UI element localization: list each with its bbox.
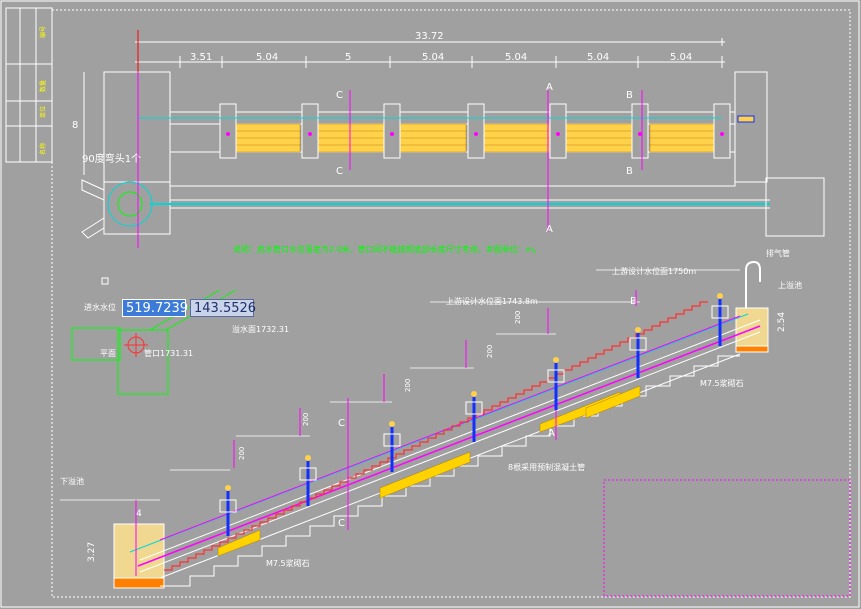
profile-lower-pool-label: 下溢池 — [60, 476, 84, 486]
plan-dim-6: 5.04 — [587, 52, 609, 63]
profile-vent-label: 排气管 — [766, 248, 790, 258]
plan-dim-1: 3.51 — [190, 52, 212, 63]
plan-total-dim: 33.72 — [415, 31, 444, 42]
cursor-x-input[interactable]: 519.7239 — [122, 299, 188, 317]
plan-dim-7: 5.04 — [670, 52, 692, 63]
title-label-1: 编号 — [39, 26, 47, 38]
plan-height-dim: 8 — [72, 120, 78, 131]
plan-dim-5: 5.04 — [505, 52, 527, 63]
profile-section-a: A — [548, 428, 555, 439]
detail-elev-1: 管口1731.31 — [144, 348, 193, 358]
profile-section-c-top: C — [338, 418, 345, 429]
plan-section-a-top: A — [546, 82, 553, 93]
plan-section-c-bottom: C — [336, 166, 343, 177]
plan-section-b-top: B — [626, 90, 633, 101]
detail-label-plane: 平面 — [100, 349, 116, 358]
plan-section-c-top: C — [336, 90, 343, 101]
plan-section-a-bottom: A — [546, 224, 553, 235]
profile-upper-pool-label: 上溢池 — [778, 280, 802, 290]
profile-dim-254: 2.54 — [777, 312, 787, 332]
plan-note: 说明：底水管口水位落差为2.0米，管口间不能按照底部长度尺寸考虑，本图单位：m。 — [233, 244, 542, 254]
title-label-2: 数量 — [39, 80, 47, 92]
title-label-3: 单位 — [39, 106, 47, 118]
plan-dim-3: 5 — [345, 52, 351, 63]
profile-dim-200-a: 200 — [238, 447, 246, 460]
profile-dim-200-d: 200 — [486, 345, 494, 358]
profile-dim-4: 4 — [136, 509, 142, 519]
profile-dim-200-e: 200 — [514, 311, 522, 324]
plan-section-b-bottom: B — [626, 166, 633, 177]
profile-mortar-right: M7.5浆砌石 — [700, 378, 744, 388]
profile-section-c-bottom: C — [338, 518, 345, 529]
profile-mid-water: 上游设计水位面1743.8m — [446, 296, 538, 306]
profile-top-water: 上游设计水位面1750m — [612, 266, 696, 276]
plan-elbow-note: 90度弯头1个 — [82, 152, 141, 165]
profile-pipe-label: 8根采用预制混凝土管 — [508, 462, 585, 472]
profile-dim-200-b: 200 — [302, 413, 310, 426]
plan-dim-2: 5.04 — [256, 52, 278, 63]
profile-mortar-left: M7.5浆砌石 — [266, 558, 310, 568]
detail-elev-2: 溢水面1732.31 — [232, 324, 289, 334]
cursor-y-input[interactable]: 143.5526 — [190, 299, 256, 317]
detail-label-water: 进水水位 — [84, 302, 116, 312]
profile-dim-327: 3.27 — [87, 542, 97, 562]
title-label-4: 名称 — [39, 143, 47, 155]
plan-dim-4: 5.04 — [422, 52, 444, 63]
profile-dim-200-c: 200 — [404, 379, 412, 392]
